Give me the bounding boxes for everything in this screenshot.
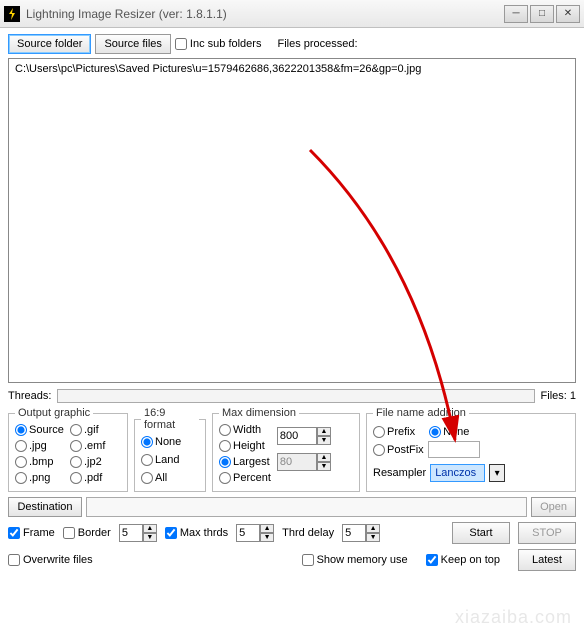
- files-count: Files: 1: [541, 390, 576, 402]
- keep-on-top-checkbox[interactable]: Keep on top: [426, 554, 500, 566]
- open-button[interactable]: Open: [531, 497, 576, 517]
- radio-fna-none[interactable]: None: [429, 426, 469, 438]
- resampler-label: Resampler: [373, 467, 426, 479]
- threads-row: Threads: Files: 1: [8, 389, 576, 403]
- postfix-input[interactable]: [428, 441, 480, 458]
- frame-checkbox[interactable]: Frame: [8, 527, 55, 539]
- max-dim-value1[interactable]: ▲▼: [277, 427, 331, 445]
- radio-pdf[interactable]: .pdf: [70, 472, 121, 484]
- radio-largest[interactable]: Largest: [219, 456, 271, 468]
- source-folder-button[interactable]: Source folder: [8, 34, 91, 54]
- thrd-delay-label: Thrd delay: [282, 527, 334, 539]
- radio-prefix[interactable]: Prefix: [373, 426, 415, 438]
- list-item[interactable]: C:\Users\pc\Pictures\Saved Pictures\u=15…: [15, 63, 569, 75]
- destination-field[interactable]: [86, 497, 527, 517]
- threads-progress: [57, 389, 534, 403]
- max-dimension-group: Max dimension Width Height Largest Perce…: [212, 407, 360, 492]
- inc-sub-folders-checkbox[interactable]: Inc sub folders: [175, 38, 262, 50]
- down-arrow-icon[interactable]: ▼: [317, 436, 331, 445]
- files-processed-label: Files processed:: [277, 38, 357, 50]
- destination-button[interactable]: Destination: [8, 497, 82, 517]
- file-list[interactable]: C:\Users\pc\Pictures\Saved Pictures\u=15…: [8, 58, 576, 383]
- radio-bmp[interactable]: .bmp: [15, 456, 66, 468]
- radio-jp2[interactable]: .jp2: [70, 456, 121, 468]
- radio-169-none[interactable]: None: [141, 436, 199, 448]
- radio-gif[interactable]: .gif: [70, 424, 121, 436]
- source-files-button[interactable]: Source files: [95, 34, 170, 54]
- maximize-button[interactable]: □: [530, 5, 554, 23]
- radio-percent[interactable]: Percent: [219, 472, 271, 484]
- watermark: xiazaiba.com: [455, 607, 572, 628]
- radio-169-land[interactable]: Land: [141, 454, 199, 466]
- overwrite-checkbox[interactable]: Overwrite files: [8, 554, 93, 566]
- minimize-button[interactable]: ─: [504, 5, 528, 23]
- radio-width[interactable]: Width: [219, 424, 271, 436]
- radio-source[interactable]: Source: [15, 424, 66, 436]
- radio-png[interactable]: .png: [15, 472, 66, 484]
- show-memory-checkbox[interactable]: Show memory use: [302, 554, 408, 566]
- border-spinner[interactable]: ▲▼: [119, 524, 157, 542]
- up-arrow-icon[interactable]: ▲: [317, 427, 331, 436]
- max-dim-value2[interactable]: ▲▼: [277, 453, 331, 471]
- resampler-select[interactable]: Lanczos: [430, 464, 485, 482]
- thrd-delay-spinner[interactable]: ▲▼: [342, 524, 380, 542]
- start-button[interactable]: Start: [452, 522, 510, 544]
- titlebar: Lightning Image Resizer (ver: 1.8.1.1) ─…: [0, 0, 584, 28]
- radio-height[interactable]: Height: [219, 440, 271, 452]
- resampler-dropdown-icon[interactable]: ▾: [489, 464, 505, 482]
- up-arrow-icon[interactable]: ▲: [317, 453, 331, 462]
- window-controls: ─ □ ✕: [504, 5, 580, 23]
- radio-emf[interactable]: .emf: [70, 440, 121, 452]
- max-thrds-spinner[interactable]: ▲▼: [236, 524, 274, 542]
- top-toolbar: Source folder Source files Inc sub folde…: [8, 34, 576, 54]
- max-thrds-checkbox[interactable]: Max thrds: [165, 527, 228, 539]
- threads-label: Threads:: [8, 390, 51, 402]
- stop-button[interactable]: STOP: [518, 522, 576, 544]
- app-icon: [4, 6, 20, 22]
- radio-169-all[interactable]: All: [141, 472, 199, 484]
- border-checkbox[interactable]: Border: [63, 527, 111, 539]
- window-title: Lightning Image Resizer (ver: 1.8.1.1): [26, 7, 504, 21]
- file-name-addition-group: File name addition Prefix None PostFix R…: [366, 407, 576, 492]
- radio-jpg[interactable]: .jpg: [15, 440, 66, 452]
- close-button[interactable]: ✕: [556, 5, 580, 23]
- radio-postfix[interactable]: PostFix: [373, 444, 424, 456]
- format-169-group: 16:9 format None Land All: [134, 407, 206, 492]
- latest-button[interactable]: Latest: [518, 549, 576, 571]
- down-arrow-icon[interactable]: ▼: [317, 462, 331, 471]
- output-graphic-group: Output graphic Source .gif .jpg .emf .bm…: [8, 407, 128, 492]
